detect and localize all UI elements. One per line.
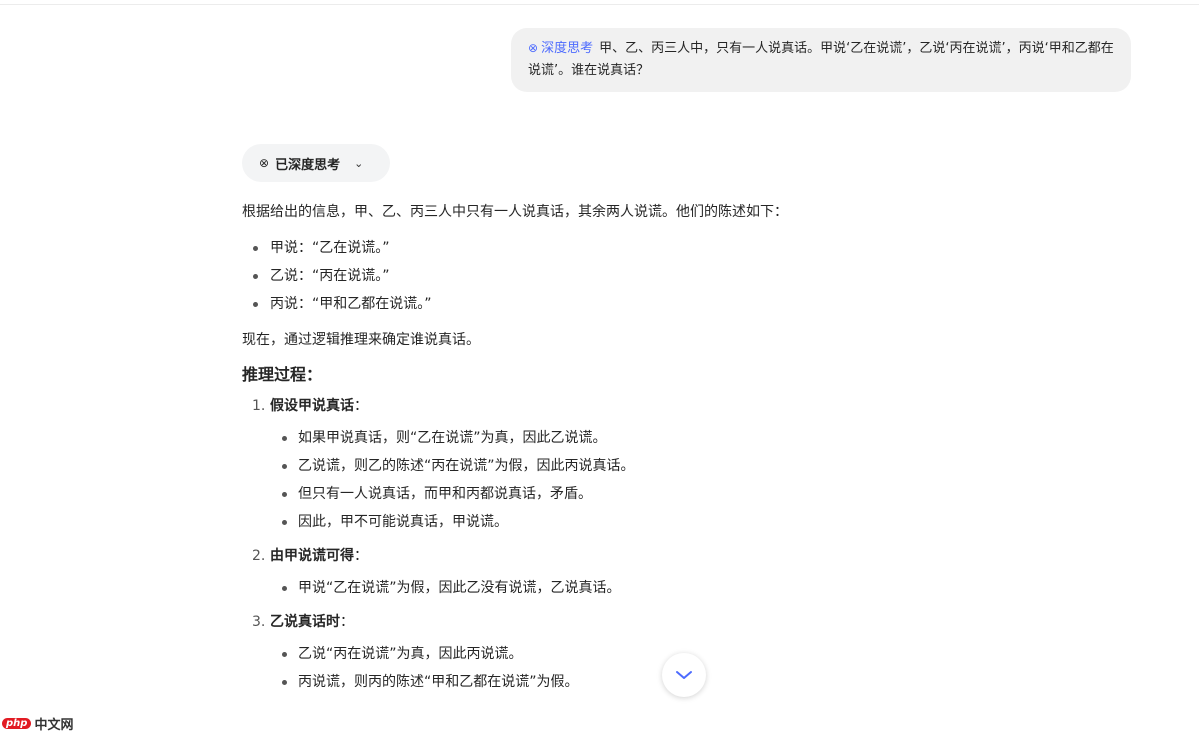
step-points: 乙说“丙在说谎”为真，因此丙说谎。 丙说谎，则丙的陈述“甲和乙都在说谎”为假。: [242, 640, 882, 696]
step-heading: 2. 由甲说谎可得：: [252, 548, 368, 564]
scroll-to-bottom-button[interactable]: [662, 653, 706, 697]
answer-transition: 现在，通过逻辑推理来确定谁说真话。: [242, 332, 480, 348]
answer-intro: 根据给出的信息，甲、乙、丙三人中只有一人说真话，其余两人说谎。他们的陈述如下：: [242, 204, 788, 220]
list-item: 乙说“丙在说谎”为真，因此丙说谎。: [242, 640, 882, 668]
section-heading: 推理过程：: [242, 365, 323, 384]
assistant-answer: 根据给出的信息，甲、乙、丙三人中只有一人说真话，其余两人说谎。他们的陈述如下： …: [242, 200, 882, 704]
chevron-down-icon: ⌄: [354, 156, 364, 170]
list-item: 如果甲说真话，则“乙在说谎”为真，因此乙说谎。: [242, 424, 882, 452]
thinking-toggle-button[interactable]: ⊗ 已深度思考 ⌄: [242, 144, 390, 182]
list-item: 丙说：“甲和乙都在说谎。”: [242, 290, 882, 318]
list-item: 甲说“乙在说谎”为假，因此乙没有说谎，乙说真话。: [242, 574, 882, 602]
top-divider: [0, 0, 1199, 5]
statement-list: 甲说：“乙在说谎。” 乙说：“丙在说谎。” 丙说：“甲和乙都在说谎。”: [242, 234, 882, 318]
step-points: 甲说“乙在说谎”为假，因此乙没有说谎，乙说真话。: [242, 574, 882, 602]
list-item: 丙说谎，则丙的陈述“甲和乙都在说谎”为假。: [242, 668, 882, 696]
user-message-text: 甲、乙、丙三人中，只有一人说真话。甲说‘乙在说谎’，乙说‘丙在说谎’，丙说‘甲和…: [528, 41, 1114, 78]
list-item: 因此，甲不可能说真话，甲说谎。: [242, 508, 882, 536]
deep-think-icon: ⊗: [528, 41, 539, 55]
watermark-logo: php 中文网: [2, 714, 73, 733]
chevron-down-icon: [676, 671, 692, 679]
step-heading: 3. 乙说真话时：: [252, 614, 354, 630]
list-item: 乙说谎，则乙的陈述“丙在说谎”为假，因此丙说真话。: [242, 452, 882, 480]
list-item: 乙说：“丙在说谎。”: [242, 262, 882, 290]
list-item: 但只有一人说真话，而甲和丙都说真话，矛盾。: [242, 480, 882, 508]
step-heading: 1. 假设甲说真话：: [252, 398, 368, 414]
deep-think-icon: ⊗: [259, 156, 270, 170]
deep-think-tag: ⊗ 深度思考: [528, 41, 594, 56]
step-points: 如果甲说真话，则“乙在说谎”为真，因此乙说谎。 乙说谎，则乙的陈述“丙在说谎”为…: [242, 424, 882, 536]
thinking-toggle-label: 已深度思考: [275, 157, 341, 173]
list-item: 甲说：“乙在说谎。”: [242, 234, 882, 262]
user-message-bubble: ⊗ 深度思考 甲、乙、丙三人中，只有一人说真话。甲说‘乙在说谎’，乙说‘丙在说谎’，…: [511, 28, 1131, 92]
